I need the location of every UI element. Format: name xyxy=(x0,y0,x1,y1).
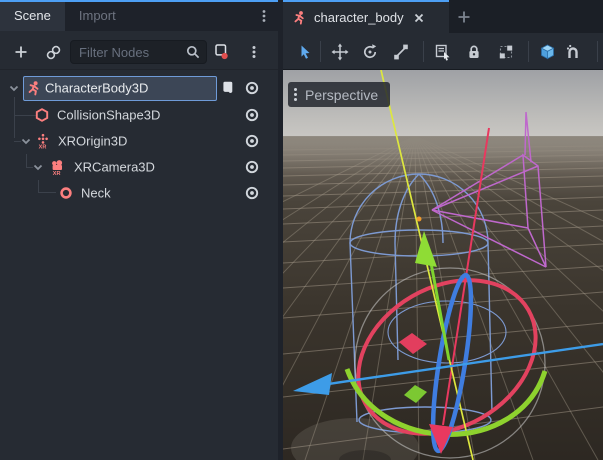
tree-row-collisionshape3d[interactable]: CollisionShape3D xyxy=(0,102,278,128)
scene-tab-label: character_body xyxy=(314,10,404,25)
select-tool-button[interactable] xyxy=(295,42,315,62)
list-select-tool-button[interactable] xyxy=(433,42,453,62)
move-icon xyxy=(331,43,349,61)
viewport-toolbar xyxy=(283,33,603,70)
instance-scene-button[interactable] xyxy=(43,42,63,62)
tree-row-xrorigin3d[interactable]: XR XROrigin3D xyxy=(0,128,278,154)
visibility-eye-icon[interactable] xyxy=(244,185,260,201)
viewport-3d[interactable]: Perspective xyxy=(283,70,603,460)
list-select-icon xyxy=(434,43,452,61)
toolbar-separator xyxy=(528,41,529,62)
svg-text:XR: XR xyxy=(39,145,47,149)
tree-row-neck[interactable]: Neck xyxy=(0,180,278,206)
toolbar-separator xyxy=(423,41,424,62)
tab-import[interactable]: Import xyxy=(65,0,130,31)
rotate-tool-button[interactable] xyxy=(360,42,380,62)
scene-tab-character-body[interactable]: character_body xyxy=(283,0,449,33)
horizon-fog xyxy=(283,136,603,176)
ray-marker-dot xyxy=(417,217,422,222)
attached-script-icon[interactable] xyxy=(220,80,236,96)
local-space-toggle-button[interactable] xyxy=(537,42,557,62)
dock-tab-bar: Scene Import xyxy=(0,0,278,31)
node-label: CollisionShape3D xyxy=(57,108,160,123)
visibility-eye-icon[interactable] xyxy=(244,133,260,149)
viewport-scene xyxy=(283,70,603,460)
scale-tool-button[interactable] xyxy=(391,42,411,62)
node-label: XRCamera3D xyxy=(74,160,155,175)
dock-focus-accent xyxy=(0,0,278,2)
scene-tree-options-button[interactable] xyxy=(244,42,264,62)
xr-camera-3d-icon: XR xyxy=(49,159,65,175)
scene-tree: CharacterBody3D CollisionShape3D XR XROr… xyxy=(0,70,278,460)
toolbar-separator xyxy=(320,41,321,62)
marker-ring-icon xyxy=(58,185,74,201)
chevron-down-icon[interactable] xyxy=(19,134,33,148)
group-tool-button[interactable] xyxy=(496,42,516,62)
tree-row-xrcamera3d[interactable]: XR XRCamera3D xyxy=(0,154,278,180)
scene-dock-toolbar xyxy=(0,33,278,70)
visibility-eye-icon[interactable] xyxy=(244,107,260,123)
character-body-3d-icon xyxy=(25,80,41,96)
group-icon xyxy=(497,43,515,61)
search-icon xyxy=(185,44,201,60)
main-viewport-panel: character_body xyxy=(283,0,603,460)
perspective-menu-button[interactable]: Perspective xyxy=(288,82,390,107)
perspective-label: Perspective xyxy=(305,87,378,103)
node-label: CharacterBody3D xyxy=(45,81,148,96)
lock-icon xyxy=(465,43,483,61)
toolbar-separator xyxy=(597,41,598,62)
instance-link-icon xyxy=(45,44,62,61)
rotate-icon xyxy=(361,43,379,61)
filter-by-script-button[interactable] xyxy=(211,42,231,62)
drag-handle-dots-icon xyxy=(294,86,298,103)
node-label: XROrigin3D xyxy=(58,134,127,149)
filter-script-icon xyxy=(212,43,230,61)
xr-origin-3d-icon: XR xyxy=(35,133,51,149)
local-space-cube-icon xyxy=(538,43,557,62)
add-node-button[interactable] xyxy=(11,42,31,62)
scene-dock: Scene Import xyxy=(0,0,278,460)
svg-text:XR: XR xyxy=(53,171,61,175)
new-scene-tab-button[interactable] xyxy=(453,6,475,28)
snap-toggle-button[interactable] xyxy=(563,42,583,62)
close-tab-icon[interactable] xyxy=(412,11,426,25)
tab-import-label: Import xyxy=(79,8,116,23)
visibility-eye-icon[interactable] xyxy=(244,80,260,96)
scale-icon xyxy=(392,43,410,61)
tree-row-characterbody3d[interactable]: CharacterBody3D xyxy=(0,75,278,101)
godot-node-icon xyxy=(291,10,306,25)
dock-menu-button[interactable] xyxy=(256,8,272,24)
move-tool-button[interactable] xyxy=(330,42,350,62)
visibility-eye-icon[interactable] xyxy=(244,159,260,175)
chevron-down-icon[interactable] xyxy=(7,81,21,95)
tab-scene-label: Scene xyxy=(14,8,51,23)
chevron-down-icon[interactable] xyxy=(31,160,45,174)
tab-scene[interactable]: Scene xyxy=(0,0,65,31)
collision-shape-3d-icon xyxy=(34,107,50,123)
snap-magnet-icon xyxy=(564,43,582,61)
node-label: Neck xyxy=(81,186,111,201)
lock-tool-button[interactable] xyxy=(464,42,484,62)
godot-editor: Scene Import xyxy=(0,0,603,460)
select-arrow-icon xyxy=(297,44,314,61)
add-node-icon xyxy=(13,44,29,60)
